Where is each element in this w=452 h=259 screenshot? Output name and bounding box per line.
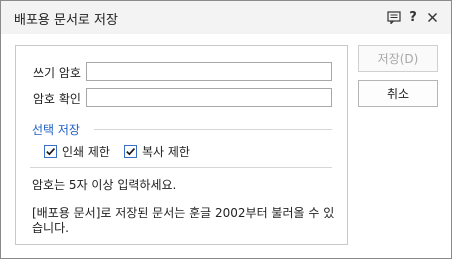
password-hint: 암호는 5자 이상 입력하세요. — [32, 178, 177, 192]
checkmark-icon — [46, 148, 56, 156]
save-button[interactable]: 저장(D) — [358, 45, 438, 72]
copy-restrict-label: 복사 제한 — [142, 145, 190, 159]
save-distribution-dialog: 배포용 문서로 저장 ? 쓰기 암호 암호 확인 선택 저장 인쇄 제한 복사 … — [0, 0, 452, 259]
copy-restrict-option[interactable]: 복사 제한 — [124, 143, 190, 160]
title-bar: 배포용 문서로 저장 ? — [1, 1, 451, 34]
password-label: 쓰기 암호 — [33, 66, 81, 80]
optional-save-heading: 선택 저장 — [32, 123, 80, 137]
confirm-password-input[interactable] — [86, 88, 332, 107]
options-group: 쓰기 암호 암호 확인 선택 저장 인쇄 제한 복사 제한 암호는 5자 이상 … — [15, 45, 348, 245]
cancel-button[interactable]: 취소 — [358, 80, 438, 107]
close-icon[interactable] — [424, 9, 440, 25]
password-input[interactable] — [86, 62, 332, 81]
confirm-password-label: 암호 확인 — [33, 92, 81, 106]
print-restrict-option[interactable]: 인쇄 제한 — [44, 143, 110, 160]
section-divider — [94, 129, 332, 130]
help-chat-icon[interactable] — [386, 9, 402, 25]
compat-note-line2: 습니다. — [32, 221, 69, 235]
checkmark-icon — [126, 148, 136, 156]
info-divider — [30, 167, 332, 168]
copy-restrict-checkbox[interactable] — [124, 145, 137, 158]
question-icon[interactable]: ? — [405, 9, 421, 25]
dialog-title: 배포용 문서로 저장 — [14, 13, 118, 28]
print-restrict-checkbox[interactable] — [44, 145, 57, 158]
print-restrict-label: 인쇄 제한 — [62, 145, 110, 159]
compat-note-line1: [배포용 문서]로 저장된 문서는 훈글 2002부터 불러올 수 있 — [32, 206, 335, 220]
